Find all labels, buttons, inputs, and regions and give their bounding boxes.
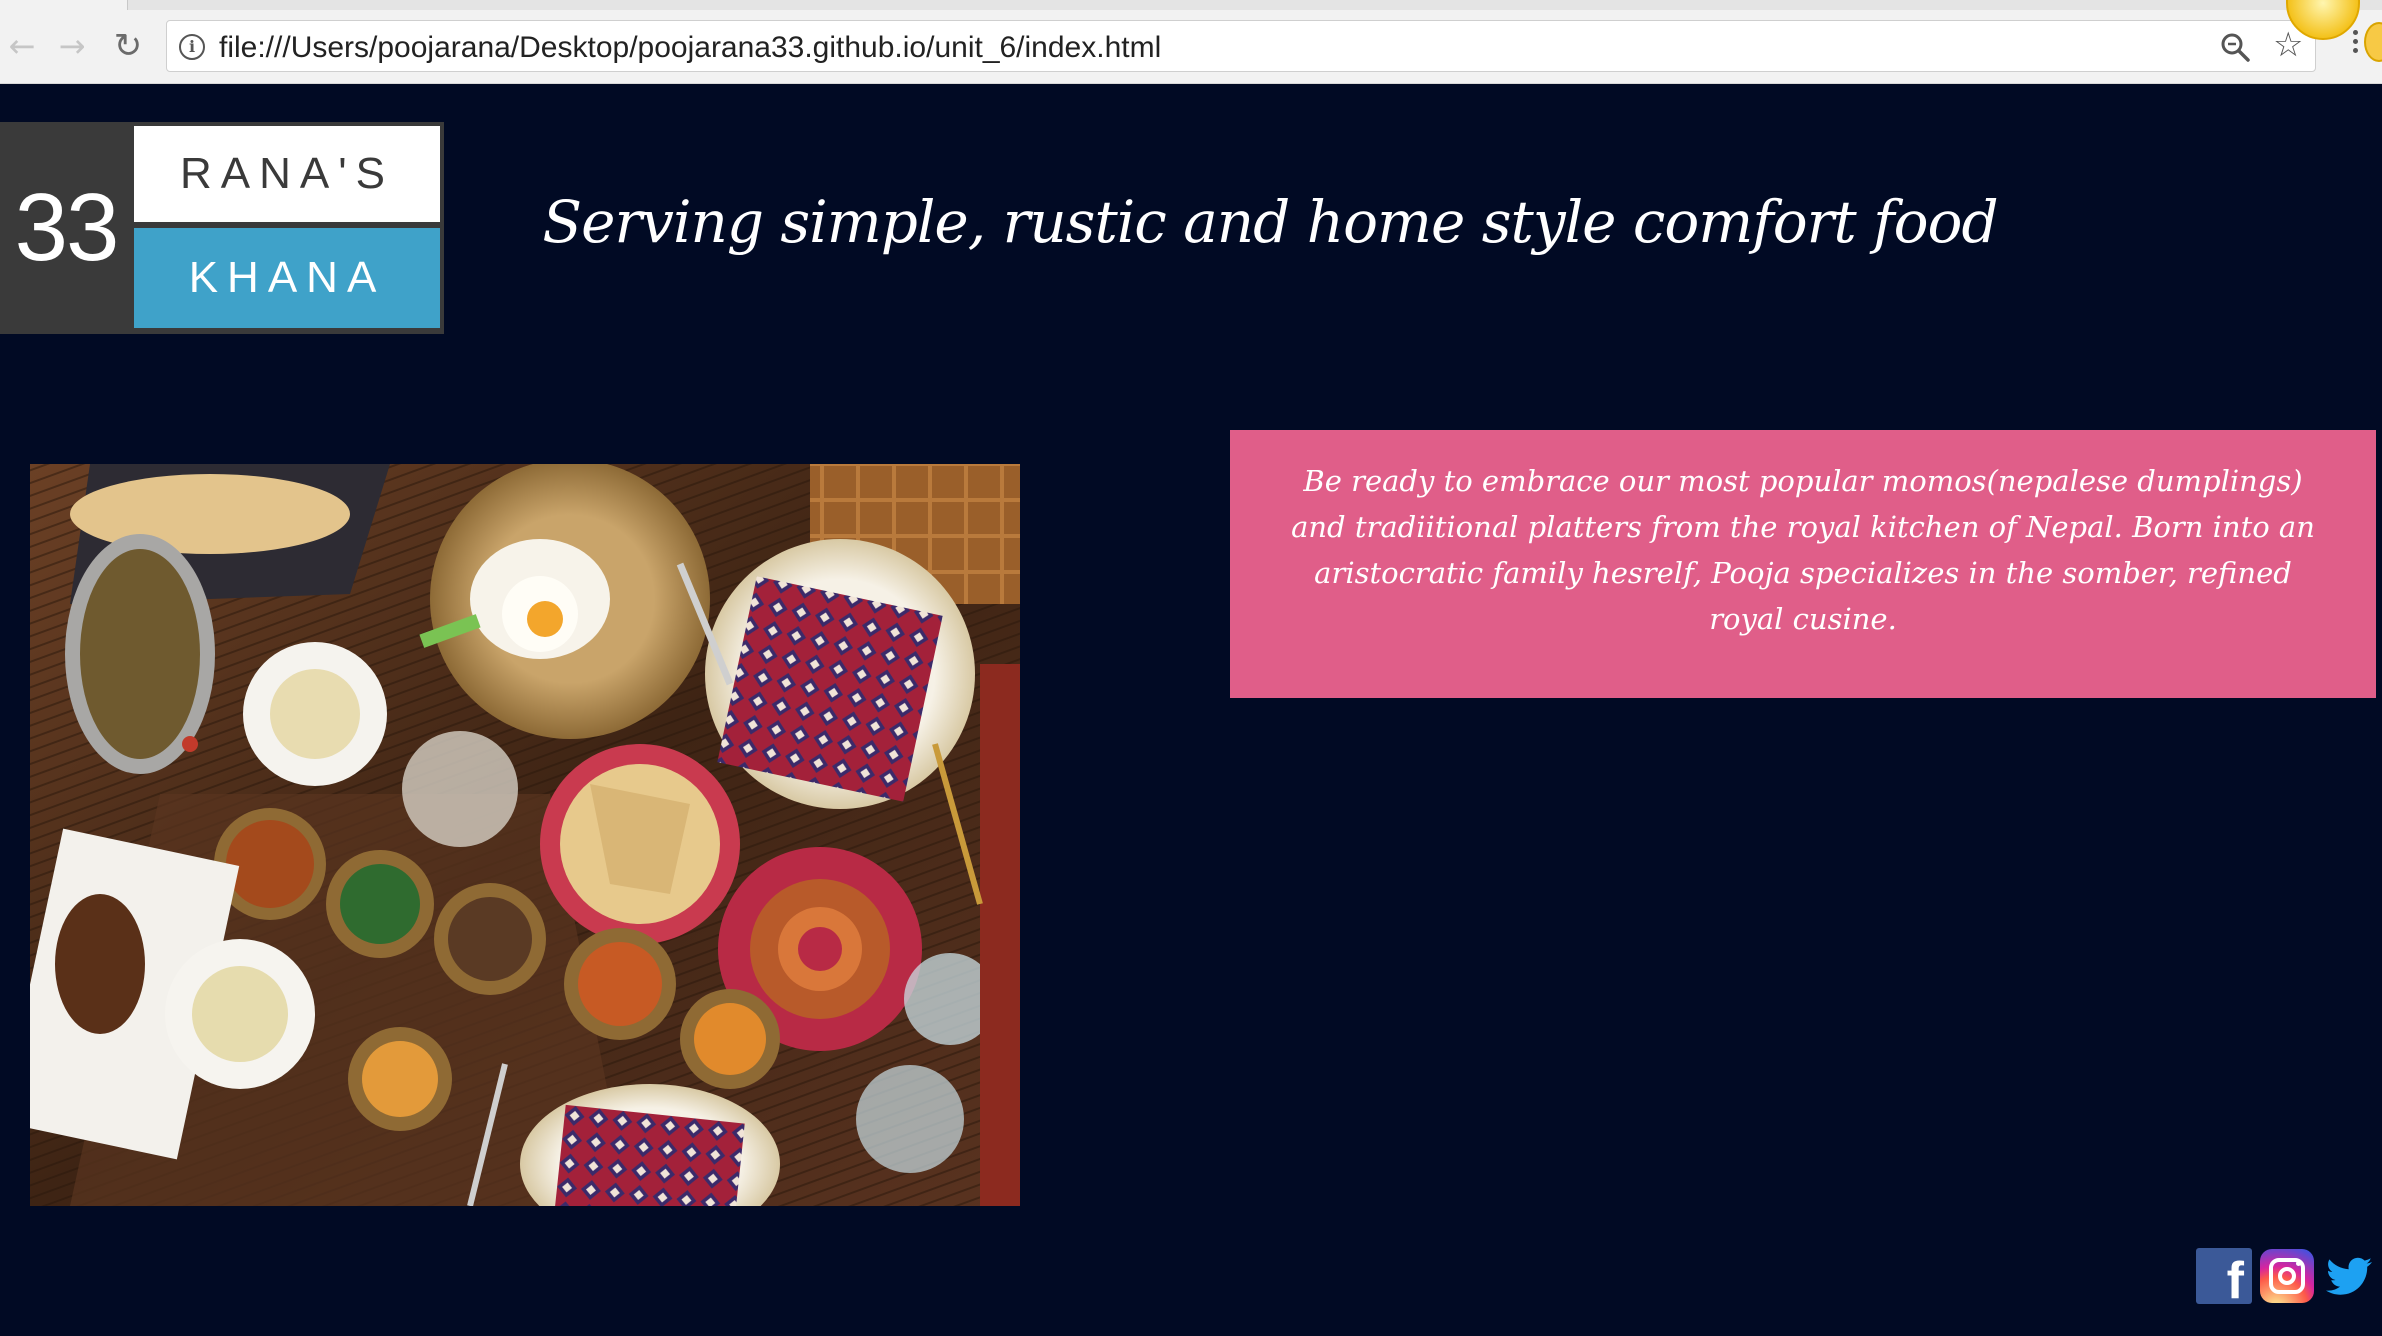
logo-top-word: RANA'S: [134, 126, 440, 222]
forward-button[interactable]: →: [52, 26, 92, 66]
promo-box: Be ready to embrace our most popular mom…: [1230, 430, 2376, 698]
logo-bottom-word: KHANA: [134, 228, 440, 328]
zoom-icon[interactable]: [2219, 31, 2251, 63]
address-bar[interactable]: i file:///Users/poojarana/Desktop/poojar…: [166, 20, 2316, 72]
instagram-icon[interactable]: [2260, 1249, 2314, 1303]
logo-number: 33: [14, 174, 120, 281]
active-tab[interactable]: [0, 0, 128, 10]
profile-avatar-icon[interactable]: [2364, 22, 2382, 62]
facebook-icon[interactable]: f: [2196, 1248, 2252, 1304]
kebab-menu-icon[interactable]: [2350, 26, 2360, 66]
reload-icon: ↻: [113, 26, 143, 66]
reload-button[interactable]: ↻: [108, 26, 148, 66]
page-tagline: Serving simple, rustic and home style co…: [542, 188, 1998, 256]
browser-toolbar: ← → ↻ i file:///Users/poojarana/Desktop/…: [0, 0, 2382, 84]
twitter-icon[interactable]: [2326, 1248, 2374, 1304]
tab-strip: [0, 0, 2382, 10]
arrow-left-icon: ←: [8, 27, 36, 65]
promo-text: Be ready to embrace our most popular mom…: [1291, 464, 2315, 636]
arrow-right-icon: →: [58, 27, 86, 65]
url-text[interactable]: file:///Users/poojarana/Desktop/poojaran…: [219, 31, 1161, 65]
food-platter-image: [30, 464, 1020, 1206]
back-button[interactable]: ←: [2, 26, 42, 66]
facebook-letter: f: [2226, 1252, 2244, 1304]
site-logo[interactable]: 33 RANA'S KHANA: [0, 122, 444, 334]
info-icon[interactable]: i: [179, 34, 205, 60]
